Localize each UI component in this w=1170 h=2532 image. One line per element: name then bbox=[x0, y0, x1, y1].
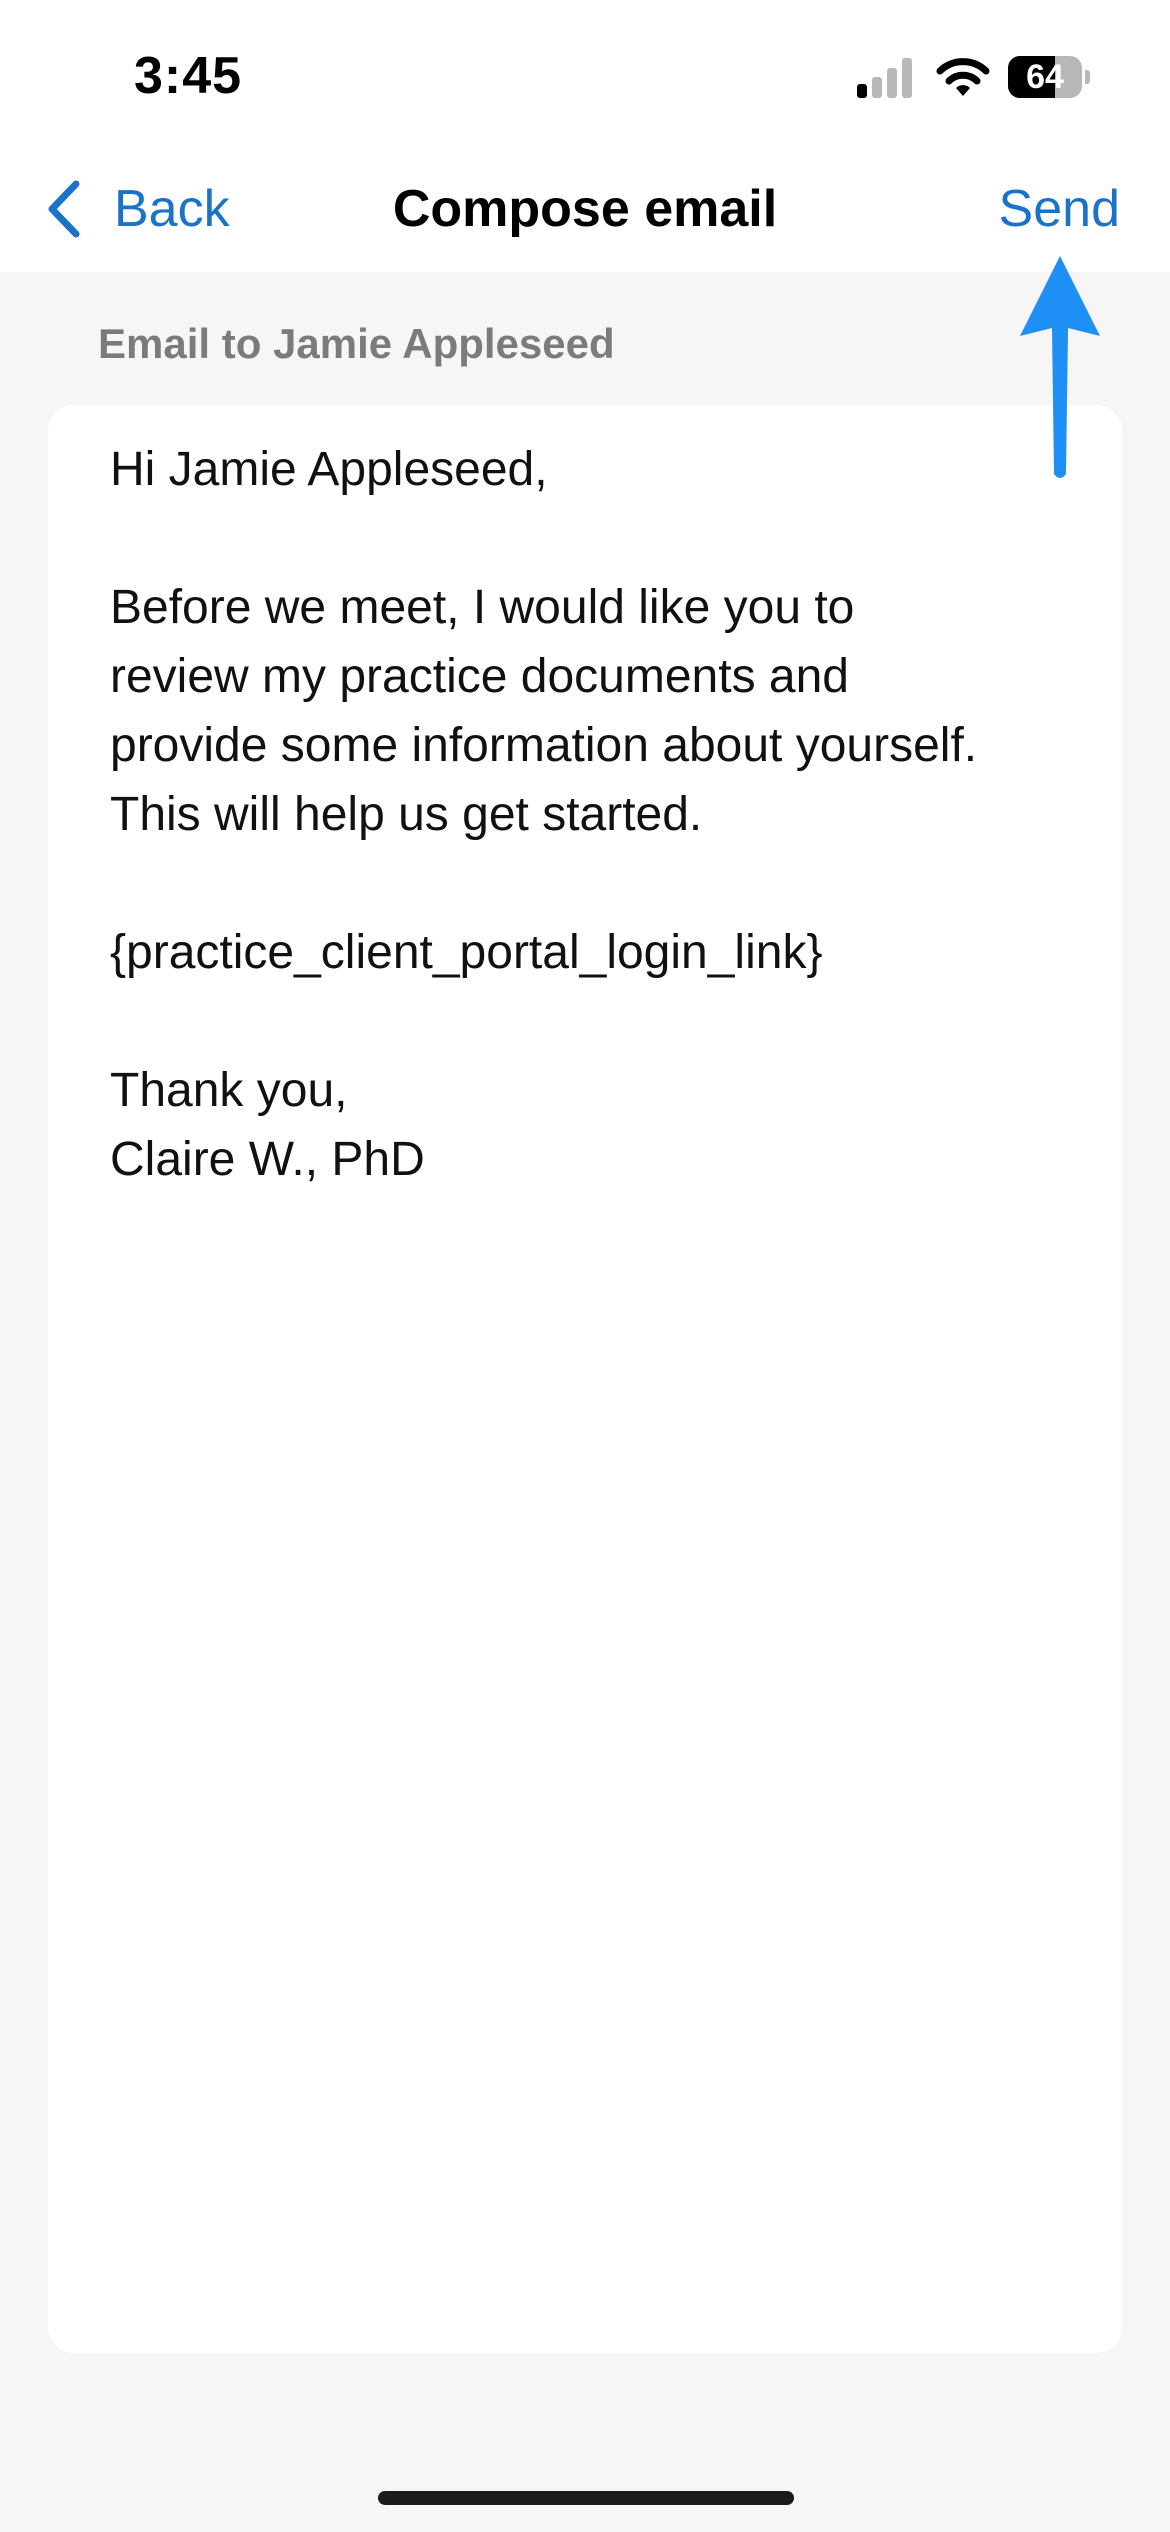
email-body-card[interactable]: Hi Jamie Appleseed, Before we meet, I wo… bbox=[48, 405, 1122, 2353]
battery-body: 64 bbox=[1008, 56, 1082, 98]
wifi-icon bbox=[936, 58, 990, 96]
home-indicator[interactable] bbox=[378, 2491, 794, 2505]
navigation-bar: Back Compose email Send bbox=[0, 150, 1170, 272]
recipient-label: Email to Jamie Appleseed bbox=[98, 320, 615, 367]
battery-icon: 64 bbox=[1008, 56, 1090, 98]
status-bar: 3:45 64 bbox=[0, 0, 1170, 150]
back-button[interactable]: Back bbox=[44, 174, 230, 244]
cellular-signal-icon bbox=[857, 58, 912, 98]
battery-cap bbox=[1085, 70, 1090, 84]
battery-level: 64 bbox=[1026, 58, 1064, 96]
send-button[interactable]: Send bbox=[999, 174, 1120, 244]
header-area: 3:45 64 Back Compose email Send bbox=[0, 0, 1170, 272]
chevron-left-icon bbox=[48, 180, 80, 238]
back-label: Back bbox=[114, 180, 230, 238]
email-body-text[interactable]: Hi Jamie Appleseed, Before we meet, I wo… bbox=[110, 435, 1090, 1194]
status-time: 3:45 bbox=[134, 47, 243, 105]
